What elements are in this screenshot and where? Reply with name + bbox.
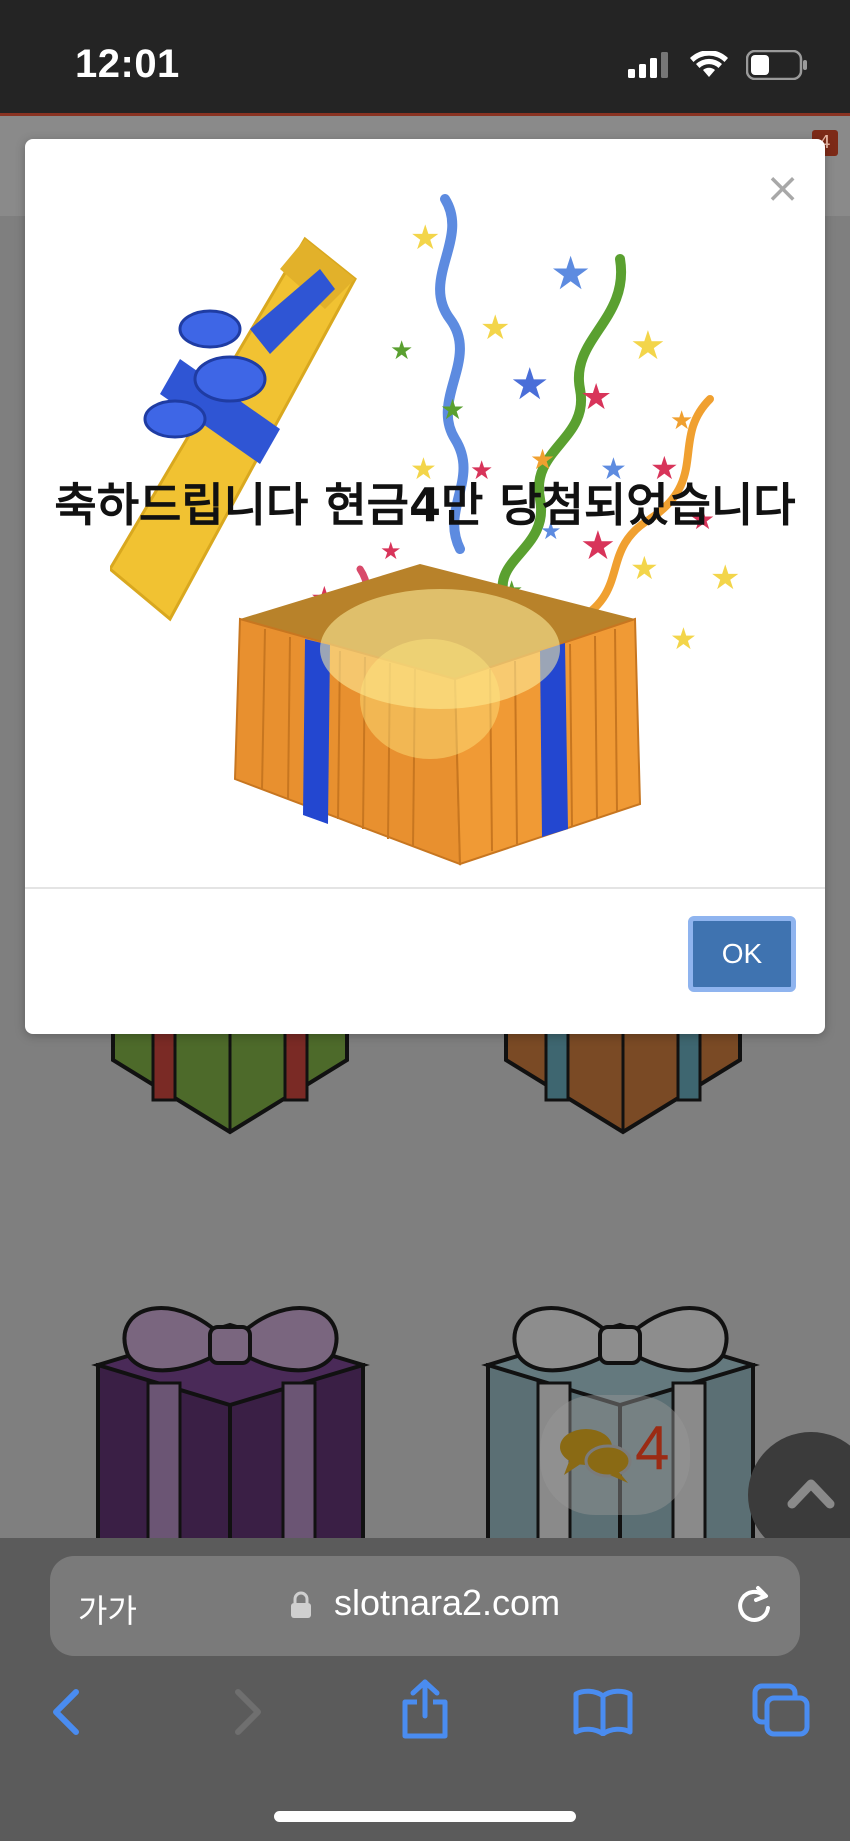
- chat-count: 4: [635, 1414, 670, 1483]
- svg-text:★: ★: [630, 323, 666, 369]
- wifi-icon: [690, 51, 728, 77]
- url-display: slotnara2.com: [50, 1582, 800, 1624]
- share-icon[interactable]: [400, 1678, 450, 1740]
- svg-text:★: ★: [440, 393, 465, 426]
- svg-text:★: ★: [670, 406, 693, 436]
- forward-icon[interactable]: [230, 1686, 266, 1738]
- gift-box-purple[interactable]: [88, 1285, 373, 1545]
- address-bar[interactable]: 가가 slotnara2.com: [50, 1556, 800, 1656]
- prize-modal: × ★ ★ ★ ★ ★ ★ ★ ★ ★ ★ ★ ★ ★ ★ ★ ★ ★ ★ ★ …: [25, 139, 825, 1034]
- prize-message: 축하드립니다 현금4만 당첨되었습니다: [54, 478, 796, 532]
- svg-text:★: ★: [390, 336, 413, 366]
- chat-widget[interactable]: 4: [540, 1395, 690, 1515]
- chat-bubbles-icon: [560, 1429, 632, 1483]
- chevron-up-icon: [787, 1479, 835, 1509]
- svg-text:★: ★: [580, 377, 612, 418]
- status-bar: 12:01: [0, 0, 850, 113]
- tabs-icon[interactable]: [752, 1683, 810, 1737]
- svg-text:★: ★: [410, 218, 440, 258]
- bookmarks-icon[interactable]: [573, 1688, 633, 1736]
- lock-icon: [290, 1592, 311, 1619]
- url-text: slotnara2.com: [333, 1582, 561, 1623]
- close-button[interactable]: ×: [765, 167, 800, 209]
- status-time: 12:01: [75, 42, 180, 86]
- svg-text:★: ★: [670, 622, 697, 657]
- reload-icon[interactable]: [734, 1584, 774, 1626]
- home-indicator: [274, 1811, 576, 1822]
- svg-text:★: ★: [380, 537, 402, 565]
- svg-text:★: ★: [630, 549, 659, 587]
- svg-text:★: ★: [550, 246, 591, 300]
- battery-icon: [746, 50, 807, 80]
- browser-bottom-bar: 가가 slotnara2.com: [0, 1538, 850, 1841]
- status-icons: [628, 50, 808, 80]
- cellular-signal-icon: [628, 52, 668, 78]
- back-icon[interactable]: [48, 1686, 84, 1738]
- modal-divider: [25, 887, 825, 889]
- svg-text:★: ★: [480, 308, 510, 348]
- svg-text:★: ★: [710, 558, 740, 598]
- svg-text:★: ★: [510, 359, 549, 410]
- ok-button[interactable]: OK: [688, 916, 796, 992]
